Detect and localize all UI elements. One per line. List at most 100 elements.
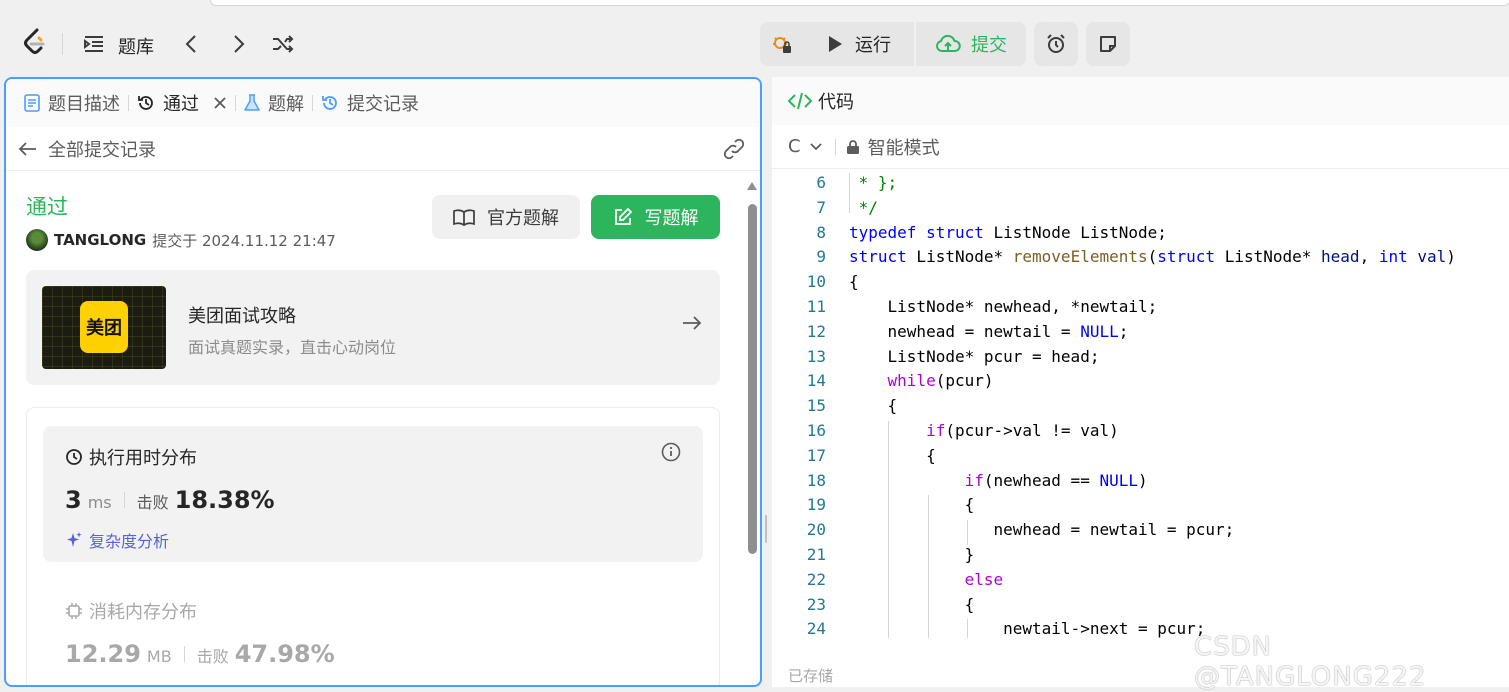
official-solution-button[interactable]: 官方题解 (432, 195, 580, 239)
all-submissions-title[interactable]: 全部提交记录 (48, 136, 156, 162)
tab-accepted[interactable]: 通过 (129, 79, 235, 127)
author-name[interactable]: TANGLONG (54, 231, 146, 249)
code-line: 10{ (806, 272, 859, 292)
tab-description[interactable]: 题目描述 (16, 79, 128, 127)
runtime-distribution[interactable]: 执行用时分布 3 ms 击败 18.38% 复杂度分析 (43, 426, 703, 562)
alarm-clock-icon (1047, 34, 1065, 53)
submitted-time: 提交于 2024.11.12 21:47 (152, 231, 336, 250)
runtime-beat-value: 18.38% (174, 486, 275, 514)
leetcode-logo-icon[interactable] (20, 28, 48, 58)
code-line: 14 while(pcur) (806, 371, 994, 391)
prev-problem-icon[interactable] (180, 30, 202, 58)
submissions-subheader: 全部提交记录 (6, 127, 760, 171)
runtime-value: 3 (65, 486, 82, 514)
code-line: 22 else (806, 569, 1004, 589)
debug-button[interactable] (760, 22, 804, 66)
bug-lock-icon (773, 37, 791, 53)
next-problem-icon[interactable] (228, 30, 250, 58)
write-solution-button[interactable]: 写题解 (591, 195, 720, 239)
runtime-title: 执行用时分布 (89, 448, 197, 469)
sparkle-icon (67, 532, 82, 547)
tab-accepted-label: 通过 (163, 94, 199, 115)
chevron-down-icon[interactable] (809, 142, 823, 152)
runtime-unit: ms (87, 493, 112, 512)
notes-button[interactable] (1086, 22, 1130, 66)
tab-submissions[interactable]: 提交记录 (313, 79, 427, 127)
problem-list-icon[interactable] (82, 30, 106, 58)
promo-subtitle: 面试真题实录，直击心动岗位 (188, 338, 397, 357)
code-line: 18 if(newhead == NULL) (806, 470, 1148, 490)
panel-resize-handle[interactable] (764, 515, 768, 543)
flask-icon (244, 94, 260, 111)
edit-icon (614, 207, 632, 225)
document-icon (24, 94, 40, 112)
watermark: CSDN @TANGLONG222 (1194, 632, 1427, 692)
submission-panel: 题目描述 通过 题解 提交记录 全部提交记录 通过 TANGLONG 提交于 2… (4, 77, 762, 687)
meituan-logo: 美团 (80, 301, 128, 353)
promo-title: 美团面试攻略 (188, 306, 296, 327)
code-line: 21 } (806, 545, 975, 564)
code-panel-header: 代码 (772, 77, 1509, 125)
code-panel: 代码 C 智能模式 6 * }; 7 */ 8 typedef struct Li… (772, 77, 1509, 687)
lock-icon (846, 139, 859, 154)
submission-meta: TANGLONG 提交于 2024.11.12 21:47 (26, 229, 336, 251)
memory-beat-value: 47.98% (234, 640, 335, 668)
scrollbar-thumb[interactable] (748, 204, 757, 554)
toolbar-divider (834, 138, 836, 155)
tab-solutions[interactable]: 题解 (236, 79, 312, 127)
editor-toolbar: C 智能模式 (772, 125, 1509, 169)
tab-submissions-label: 提交记录 (347, 94, 419, 115)
history-icon (138, 96, 153, 110)
code-line: 17 { (806, 445, 936, 465)
code-line: 6 * }; (816, 173, 898, 192)
scrollbar[interactable] (747, 180, 757, 685)
code-line: 9 struct ListNode* removeElements(struct … (816, 247, 1456, 267)
memory-value: 12.29 (65, 640, 141, 668)
memory-beat-label: 击败 (196, 647, 229, 666)
shuffle-icon[interactable] (270, 30, 296, 58)
clock-icon (66, 449, 82, 465)
runtime-values: 3 ms 击败 18.38% (65, 486, 275, 514)
complexity-label: 复杂度分析 (89, 532, 170, 551)
memory-unit: MB (146, 647, 172, 666)
stat-divider (183, 646, 185, 662)
complexity-analysis-link[interactable]: 复杂度分析 (65, 528, 169, 552)
submission-status: 通过 (26, 195, 68, 219)
code-line: 11 ListNode* newhead, *newtail; (806, 297, 1158, 316)
code-line: 12 newhead = newtail = NULL; (806, 321, 1129, 341)
editor-mode[interactable]: 智能模式 (868, 134, 940, 160)
close-icon[interactable] (213, 96, 227, 110)
code-line: 8 typedef struct ListNode ListNode; (816, 222, 1167, 242)
info-icon[interactable] (661, 442, 681, 462)
runtime-beat-label: 击败 (136, 493, 169, 512)
code-line: 13 ListNode* pcur = head; (806, 346, 1100, 366)
code-panel-title: 代码 (818, 92, 854, 113)
chip-icon (66, 603, 82, 619)
memory-title-row[interactable]: 消耗内存分布 (65, 598, 197, 624)
code-line: 23 { (806, 594, 975, 614)
run-label: 运行 (855, 35, 891, 56)
promo-thumbnail: 美团 (42, 286, 166, 369)
submit-button[interactable]: 提交 (916, 22, 1026, 66)
code-icon (788, 92, 812, 110)
link-icon[interactable] (722, 137, 746, 161)
run-button[interactable]: 运行 (804, 22, 914, 66)
stats-card: 执行用时分布 3 ms 击败 18.38% 复杂度分析 消耗内存分布 12.29… (26, 407, 720, 685)
stat-divider (123, 492, 125, 508)
back-arrow-icon[interactable] (18, 141, 38, 157)
avatar[interactable] (26, 229, 48, 251)
history-icon (322, 96, 337, 110)
cloud-upload-icon (936, 34, 961, 52)
problem-bank-label[interactable]: 题库 (118, 33, 154, 59)
language-select[interactable]: C (788, 136, 801, 157)
top-toolbar: 题库 运行 提交 (0, 0, 1509, 78)
memory-title: 消耗内存分布 (89, 602, 197, 623)
scroll-up-arrow[interactable] (747, 182, 757, 190)
tab-solutions-label: 题解 (268, 94, 304, 115)
timer-button[interactable] (1034, 22, 1078, 66)
note-icon (1100, 36, 1116, 52)
promo-card[interactable]: 美团 美团面试攻略 面试真题实录，直击心动岗位 (26, 270, 720, 385)
code-line: 16 if(pcur->val != val) (806, 421, 1119, 440)
code-editor[interactable]: 6 * }; 7 */ 8 typedef struct ListNode Lis… (772, 173, 1509, 638)
submit-label: 提交 (971, 35, 1007, 56)
